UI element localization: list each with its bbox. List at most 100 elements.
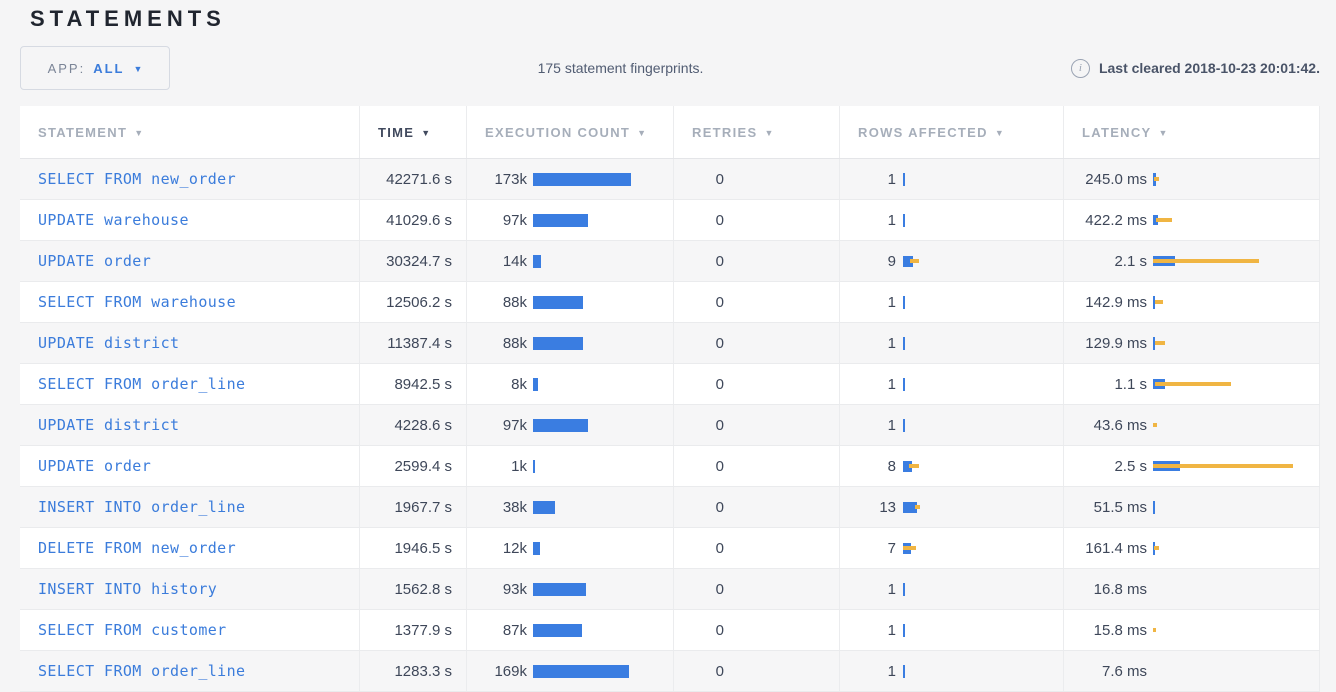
column-header-latency[interactable]: LATENCY ▼ xyxy=(1064,106,1320,158)
sort-desc-icon: ▼ xyxy=(134,127,144,138)
latency-value: 43.6 ms xyxy=(1064,417,1147,434)
bar-deviation xyxy=(1153,423,1157,427)
column-header-execution-count[interactable]: EXECUTION COUNT ▼ xyxy=(467,106,674,158)
rows-affected-value: 1 xyxy=(840,335,896,352)
retries-value: 0 xyxy=(674,499,724,516)
table-row: INSERT INTO history1562.8 s93k0116.8 ms xyxy=(20,569,1320,610)
app-filter-dropdown[interactable]: APP: ALL ▼ xyxy=(20,46,170,90)
bar-deviation xyxy=(1153,464,1293,468)
column-header-label: TIME xyxy=(378,125,414,140)
rows-affected-value: 1 xyxy=(840,376,896,393)
retries-value: 0 xyxy=(674,417,724,434)
bar-mean xyxy=(903,624,905,637)
statement-link[interactable]: UPDATE district xyxy=(38,334,179,352)
column-header-time[interactable]: TIME ▼ xyxy=(360,106,467,158)
rows-affected-value: 1 xyxy=(840,417,896,434)
latency-bar xyxy=(1153,323,1319,363)
bar-mean xyxy=(533,665,629,678)
table-row: SELECT FROM order_line8942.5 s8k011.1 s xyxy=(20,364,1320,405)
bar-mean xyxy=(903,296,905,309)
app-filter-label: APP: xyxy=(48,61,86,76)
column-header-label: STATEMENT xyxy=(38,125,127,140)
statement-link[interactable]: SELECT FROM new_order xyxy=(38,170,236,188)
execution-count-bar xyxy=(533,323,673,363)
statement-link[interactable]: SELECT FROM order_line xyxy=(38,375,245,393)
bar-mean xyxy=(903,583,905,596)
latency-value: 129.9 ms xyxy=(1064,335,1147,352)
latency-value: 16.8 ms xyxy=(1064,581,1147,598)
time-value: 1377.9 s xyxy=(394,622,452,639)
rows-affected-bar xyxy=(903,200,1063,240)
execution-count-value: 97k xyxy=(467,212,527,229)
execution-count-value: 173k xyxy=(467,171,527,188)
column-header-rows-affected[interactable]: ROWS AFFECTED ▼ xyxy=(840,106,1064,158)
latency-bar xyxy=(1153,364,1319,404)
execution-count-bar xyxy=(533,405,673,445)
statement-link[interactable]: INSERT INTO history xyxy=(38,580,217,598)
column-header-label: LATENCY xyxy=(1082,125,1152,140)
execution-count-bar xyxy=(533,241,673,281)
bar-mean xyxy=(903,419,905,432)
column-header-label: RETRIES xyxy=(692,125,757,140)
table-row: UPDATE district4228.6 s97k0143.6 ms xyxy=(20,405,1320,446)
statement-link[interactable]: UPDATE warehouse xyxy=(38,211,189,229)
statement-link[interactable]: UPDATE order xyxy=(38,457,151,475)
statement-link[interactable]: SELECT FROM warehouse xyxy=(38,293,236,311)
rows-affected-value: 1 xyxy=(840,622,896,639)
statement-link[interactable]: DELETE FROM new_order xyxy=(38,539,236,557)
execution-count-bar xyxy=(533,487,673,527)
execution-count-bar xyxy=(533,159,673,199)
retries-value: 0 xyxy=(674,622,724,639)
execution-count-bar xyxy=(533,446,673,486)
sort-desc-icon: ▼ xyxy=(995,127,1005,138)
time-value: 4228.6 s xyxy=(394,417,452,434)
retries-value: 0 xyxy=(674,253,724,270)
app-filter-value: ALL xyxy=(93,61,124,76)
time-value: 1967.7 s xyxy=(394,499,452,516)
bar-mean xyxy=(533,378,538,391)
last-cleared-text: Last cleared 2018-10-23 20:01:42. xyxy=(1099,60,1320,76)
table-row: DELETE FROM new_order1946.5 s12k07161.4 … xyxy=(20,528,1320,569)
time-value: 1562.8 s xyxy=(394,581,452,598)
table-row: UPDATE order2599.4 s1k082.5 s xyxy=(20,446,1320,487)
time-value: 11387.4 s xyxy=(387,335,452,352)
sort-desc-icon: ▼ xyxy=(637,127,647,138)
info-icon[interactable]: i xyxy=(1071,59,1090,78)
bar-mean xyxy=(533,460,535,473)
column-header-retries[interactable]: RETRIES ▼ xyxy=(674,106,840,158)
table-body: SELECT FROM new_order42271.6 s173k01245.… xyxy=(20,159,1320,692)
column-header-statement[interactable]: STATEMENT ▼ xyxy=(20,106,360,158)
latency-value: 161.4 ms xyxy=(1064,540,1147,557)
execution-count-value: 93k xyxy=(467,581,527,598)
time-value: 8942.5 s xyxy=(394,376,452,393)
rows-affected-bar xyxy=(903,364,1063,404)
bar-mean xyxy=(533,296,583,309)
bar-deviation xyxy=(1155,300,1163,304)
retries-value: 0 xyxy=(674,335,724,352)
table-row: SELECT FROM customer1377.9 s87k0115.8 ms xyxy=(20,610,1320,651)
statement-link[interactable]: UPDATE order xyxy=(38,252,151,270)
execution-count-value: 88k xyxy=(467,294,527,311)
execution-count-bar xyxy=(533,610,673,650)
rows-affected-value: 8 xyxy=(840,458,896,475)
latency-value: 2.5 s xyxy=(1064,458,1147,475)
column-header-label: ROWS AFFECTED xyxy=(858,125,988,140)
latency-bar xyxy=(1153,241,1319,281)
retries-value: 0 xyxy=(674,540,724,557)
sort-desc-icon: ▼ xyxy=(764,127,774,138)
table-header-row: STATEMENT ▼ TIME ▼ EXECUTION COUNT ▼ RET… xyxy=(20,106,1320,159)
statements-table: STATEMENT ▼ TIME ▼ EXECUTION COUNT ▼ RET… xyxy=(20,106,1320,692)
latency-bar xyxy=(1153,282,1319,322)
statement-link[interactable]: SELECT FROM customer xyxy=(38,621,227,639)
bar-mean xyxy=(533,583,586,596)
time-value: 41029.6 s xyxy=(386,212,452,229)
statement-link[interactable]: UPDATE district xyxy=(38,416,179,434)
statement-link[interactable]: INSERT INTO order_line xyxy=(38,498,245,516)
bar-mean xyxy=(903,665,905,678)
latency-value: 422.2 ms xyxy=(1064,212,1147,229)
execution-count-value: 87k xyxy=(467,622,527,639)
page-title: STATEMENTS xyxy=(0,0,1336,32)
execution-count-bar xyxy=(533,282,673,322)
statement-link[interactable]: SELECT FROM order_line xyxy=(38,662,245,680)
rows-affected-value: 7 xyxy=(840,540,896,557)
